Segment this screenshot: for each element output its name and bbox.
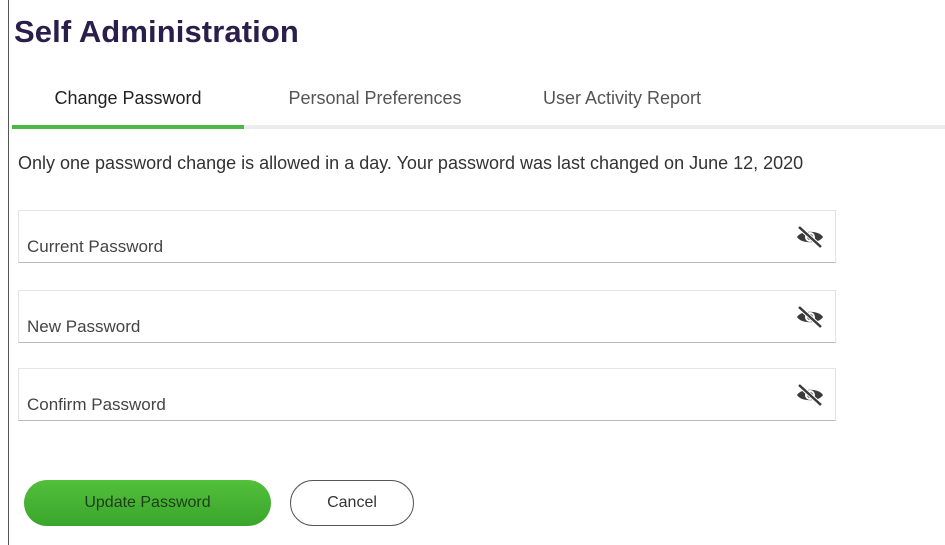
eye-slash-icon[interactable] (795, 305, 825, 329)
current-password-field[interactable]: Current Password (18, 210, 836, 263)
cancel-button[interactable]: Cancel (290, 480, 414, 526)
update-password-button[interactable]: Update Password (24, 480, 271, 526)
tab-change-password[interactable]: Change Password (12, 78, 244, 129)
tab-user-activity-report[interactable]: User Activity Report (522, 78, 722, 129)
tab-label: Change Password (54, 88, 202, 108)
window-left-border (8, 0, 9, 545)
tab-label: Personal Preferences (288, 88, 462, 108)
current-password-input[interactable] (19, 211, 835, 262)
password-change-notice: Only one password change is allowed in a… (18, 153, 804, 173)
tab-label: User Activity Report (542, 88, 702, 108)
active-tab-indicator (12, 125, 244, 129)
eye-slash-icon[interactable] (795, 225, 825, 249)
confirm-password-field[interactable]: Confirm Password (18, 368, 836, 421)
confirm-password-input[interactable] (19, 369, 835, 420)
eye-slash-icon[interactable] (795, 383, 825, 407)
page-title: Self Administration (14, 14, 299, 49)
new-password-field[interactable]: New Password (18, 290, 836, 343)
tab-personal-preferences[interactable]: Personal Preferences (270, 78, 480, 129)
tab-bar: Change Password Personal Preferences Use… (12, 78, 945, 129)
new-password-input[interactable] (19, 291, 835, 342)
